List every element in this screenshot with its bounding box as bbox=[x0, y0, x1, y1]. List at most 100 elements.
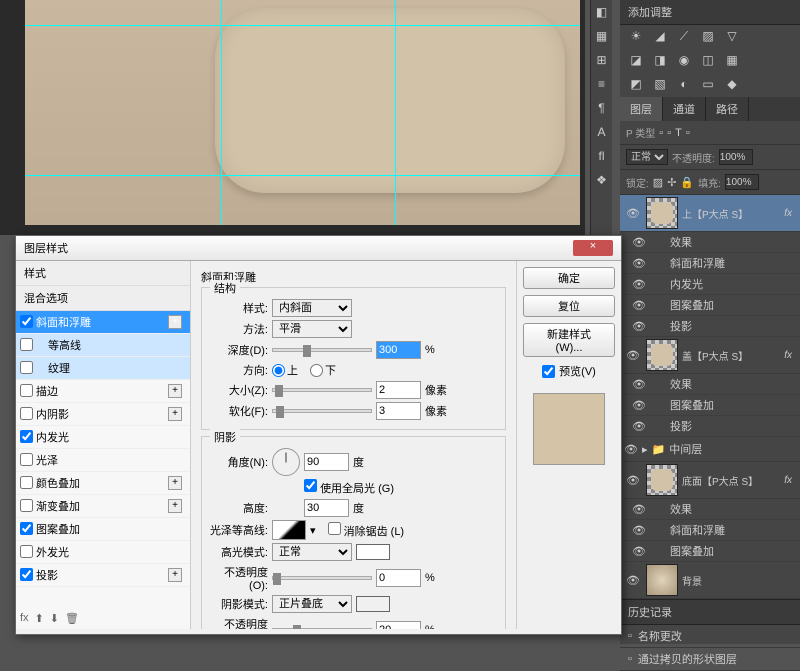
dropdown-icon[interactable]: ▾ bbox=[310, 524, 316, 537]
visibility-icon[interactable]: 👁 bbox=[630, 299, 648, 312]
effect-item[interactable]: 👁效果 bbox=[620, 499, 800, 520]
shadow-mode-select[interactable]: 正片叠底 bbox=[272, 595, 352, 613]
style-select[interactable]: 内斜面 bbox=[272, 299, 352, 317]
layer-name[interactable]: 盖【P大点 S】 bbox=[682, 348, 780, 363]
effect-item[interactable]: 👁效果 bbox=[620, 232, 800, 253]
visibility-icon[interactable]: 👁 bbox=[624, 207, 642, 220]
document-canvas[interactable] bbox=[25, 0, 580, 225]
style-checkbox[interactable] bbox=[20, 430, 33, 443]
size-slider[interactable] bbox=[272, 388, 372, 392]
layer-thumb[interactable] bbox=[646, 197, 678, 229]
visibility-icon[interactable]: 👁 bbox=[624, 574, 642, 587]
lock-icon[interactable]: ▨ bbox=[653, 176, 663, 189]
visibility-icon[interactable]: 👁 bbox=[630, 420, 648, 433]
effect-item[interactable]: 👁效果 bbox=[620, 374, 800, 395]
blending-options[interactable]: 混合选项 bbox=[16, 286, 190, 311]
angle-input[interactable] bbox=[304, 453, 349, 471]
lock-icon[interactable]: 🔒 bbox=[680, 176, 694, 189]
effect-item[interactable]: 👁斜面和浮雕 bbox=[620, 520, 800, 541]
depth-slider[interactable] bbox=[272, 348, 372, 352]
style-contour[interactable]: 等高线 bbox=[16, 334, 190, 357]
tool-icon[interactable]: ❖ bbox=[591, 168, 612, 192]
shadow-opacity-slider[interactable] bbox=[272, 628, 372, 629]
style-outer-glow[interactable]: 外发光 bbox=[16, 541, 190, 564]
cancel-button[interactable]: 复位 bbox=[523, 295, 615, 317]
layer-thumb[interactable] bbox=[646, 339, 678, 371]
tool-icon[interactable]: ◧ bbox=[591, 0, 612, 24]
guide-vertical[interactable] bbox=[221, 0, 222, 225]
layer-row[interactable]: 👁 盖【P大点 S】 fx bbox=[620, 337, 800, 374]
levels-icon[interactable]: ◢ bbox=[652, 29, 668, 45]
filter-icon[interactable]: ▫ bbox=[659, 127, 663, 139]
new-style-button[interactable]: 新建样式(W)... bbox=[523, 323, 615, 357]
tool-icon[interactable]: ¶ bbox=[591, 96, 612, 120]
tool-icon[interactable]: ▦ bbox=[591, 24, 612, 48]
shadow-opacity-input[interactable] bbox=[376, 621, 421, 629]
visibility-icon[interactable]: 👁 bbox=[630, 378, 648, 391]
add-icon[interactable]: + bbox=[168, 407, 182, 421]
style-stroke[interactable]: 描边+ bbox=[16, 380, 190, 403]
visibility-icon[interactable]: 👁 bbox=[630, 257, 648, 270]
filter-icon[interactable]: ▫ bbox=[667, 127, 671, 139]
effect-item[interactable]: 👁内发光 bbox=[620, 274, 800, 295]
soften-input[interactable] bbox=[376, 402, 421, 420]
down-icon[interactable]: ⬇ bbox=[50, 612, 59, 625]
visibility-icon[interactable]: 👁 bbox=[624, 349, 642, 362]
blend-mode-select[interactable]: 正常 bbox=[626, 149, 668, 165]
style-checkbox[interactable] bbox=[20, 522, 33, 535]
layer-row[interactable]: 👁 上【P大点 S】 fx bbox=[620, 195, 800, 232]
style-color-overlay[interactable]: 颜色叠加+ bbox=[16, 472, 190, 495]
vibrance-icon[interactable]: ▽ bbox=[724, 29, 740, 45]
style-drop-shadow[interactable]: 投影+ bbox=[16, 564, 190, 587]
threshold-icon[interactable]: ◐ bbox=[676, 77, 692, 93]
layer-name[interactable]: 底面【P大点 S】 bbox=[682, 473, 780, 488]
effect-item[interactable]: 👁斜面和浮雕 bbox=[620, 253, 800, 274]
fill-input[interactable] bbox=[725, 174, 759, 190]
layer-row[interactable]: 👁 背景 bbox=[620, 562, 800, 599]
highlight-color-swatch[interactable] bbox=[356, 544, 390, 560]
visibility-icon[interactable]: 👁 bbox=[630, 399, 648, 412]
exposure-icon[interactable]: ▨ bbox=[700, 29, 716, 45]
filter-icon[interactable]: ▫ bbox=[686, 127, 690, 139]
hue-icon[interactable]: ◪ bbox=[628, 53, 644, 69]
style-checkbox[interactable] bbox=[20, 361, 33, 374]
depth-input[interactable] bbox=[376, 341, 421, 359]
highlight-opacity-input[interactable] bbox=[376, 569, 421, 587]
guide-horizontal[interactable] bbox=[25, 175, 580, 176]
effect-item[interactable]: 👁图案叠加 bbox=[620, 295, 800, 316]
preview-checkbox[interactable]: 预览(V) bbox=[542, 363, 596, 379]
layer-name[interactable]: 中间层 bbox=[669, 441, 702, 457]
technique-select[interactable]: 平滑 bbox=[272, 320, 352, 338]
contour-picker[interactable] bbox=[272, 520, 306, 540]
posterize-icon[interactable]: ▧ bbox=[652, 77, 668, 93]
style-inner-glow[interactable]: 内发光 bbox=[16, 426, 190, 449]
style-checkbox[interactable] bbox=[20, 499, 33, 512]
visibility-icon[interactable]: 👁 bbox=[630, 545, 648, 558]
direction-up-radio[interactable]: 上 bbox=[272, 362, 298, 378]
style-inner-shadow[interactable]: 内阴影+ bbox=[16, 403, 190, 426]
soften-slider[interactable] bbox=[272, 409, 372, 413]
gradient-map-icon[interactable]: ▭ bbox=[700, 77, 716, 93]
effect-item[interactable]: 👁投影 bbox=[620, 316, 800, 337]
layer-thumb[interactable] bbox=[646, 464, 678, 496]
effect-item[interactable]: 👁图案叠加 bbox=[620, 395, 800, 416]
style-checkbox[interactable] bbox=[20, 407, 33, 420]
lut-icon[interactable]: ▦ bbox=[724, 53, 740, 69]
selective-color-icon[interactable]: ◆ bbox=[724, 77, 740, 93]
invert-icon[interactable]: ◩ bbox=[628, 77, 644, 93]
folder-toggle-icon[interactable]: ▸ bbox=[642, 443, 648, 456]
visibility-icon[interactable]: 👁 bbox=[630, 236, 648, 249]
visibility-icon[interactable]: 👁 bbox=[630, 503, 648, 516]
styles-header[interactable]: 样式 bbox=[16, 261, 190, 286]
add-icon[interactable]: + bbox=[168, 384, 182, 398]
visibility-icon[interactable]: 👁 bbox=[624, 443, 638, 456]
fx-badge[interactable]: fx bbox=[780, 208, 796, 219]
style-checkbox[interactable] bbox=[20, 338, 33, 351]
angle-dial[interactable] bbox=[272, 448, 300, 476]
dialog-titlebar[interactable]: 图层样式 × bbox=[16, 236, 621, 261]
photo-filter-icon[interactable]: ◉ bbox=[676, 53, 692, 69]
shadow-color-swatch[interactable] bbox=[356, 596, 390, 612]
visibility-icon[interactable]: 👁 bbox=[624, 474, 642, 487]
style-texture[interactable]: 纹理 bbox=[16, 357, 190, 380]
highlight-mode-select[interactable]: 正常 bbox=[272, 543, 352, 561]
